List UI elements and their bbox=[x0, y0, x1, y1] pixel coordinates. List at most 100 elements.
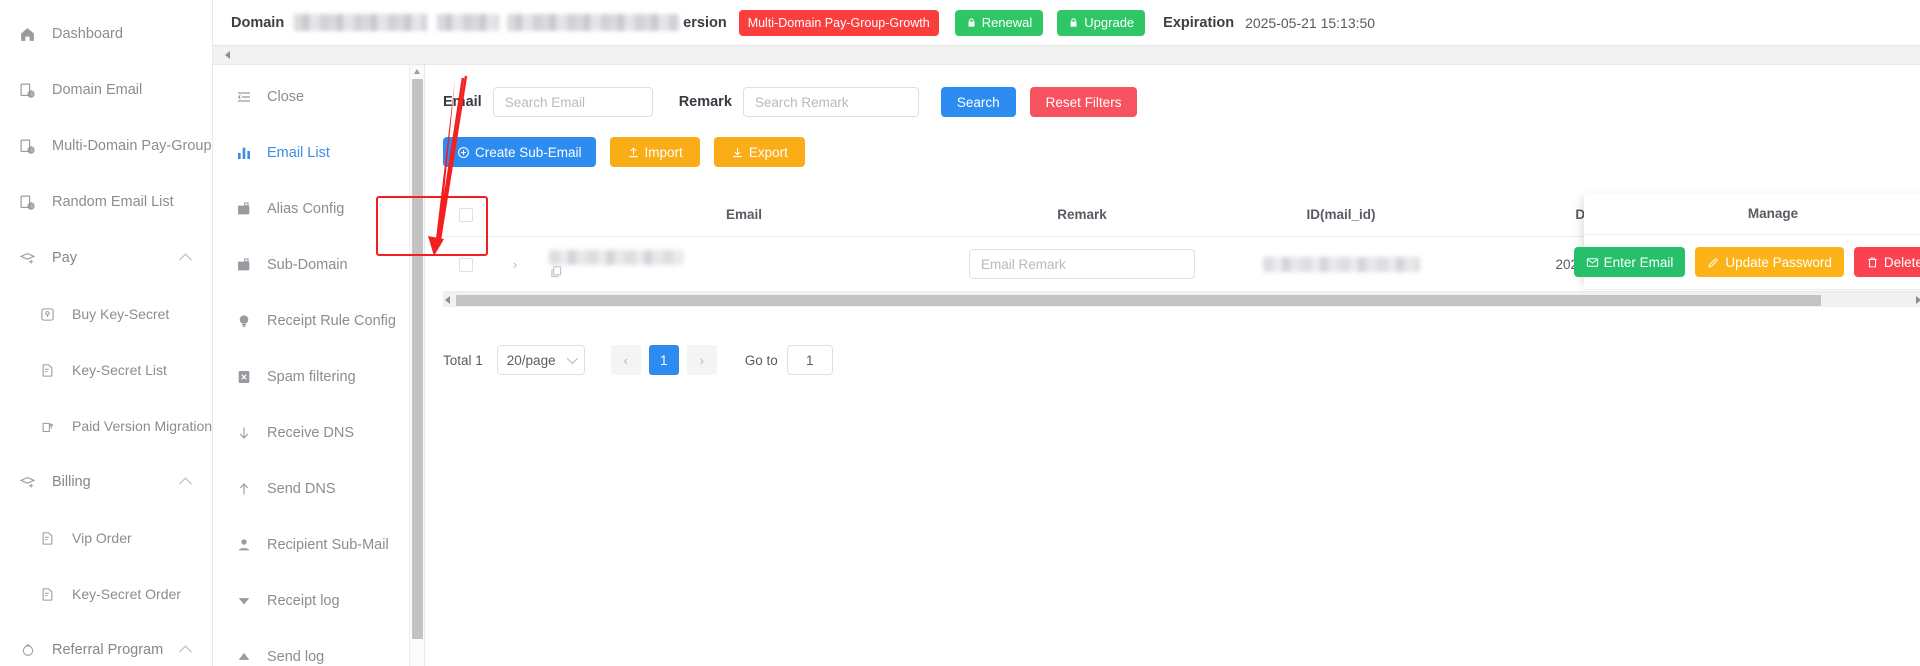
subnav-item-label: Spam filtering bbox=[267, 369, 356, 385]
import-button[interactable]: Import bbox=[609, 137, 700, 167]
search-button[interactable]: Search bbox=[940, 87, 1016, 117]
page-1-button[interactable]: 1 bbox=[648, 345, 679, 376]
subnav-item-spam-filtering[interactable]: Spam filtering bbox=[213, 349, 424, 405]
manage-actions-cell: Enter Email Update Password Delete bbox=[1573, 235, 1920, 290]
row-checkbox[interactable] bbox=[459, 258, 473, 273]
subnav-item-label: Sub-Domain bbox=[267, 257, 348, 273]
sidebar-item-label: Dashboard bbox=[52, 26, 123, 42]
panel-body: Close Email List Alias Config Sub-Domain… bbox=[213, 65, 1920, 666]
subnav-item-sub-domain[interactable]: Sub-Domain bbox=[213, 237, 424, 293]
subnav-item-label: Receive DNS bbox=[267, 425, 355, 441]
chevron-down-icon bbox=[566, 353, 578, 365]
subnav-item-alias-config[interactable]: Alias Config bbox=[213, 181, 424, 237]
wallet-icon bbox=[235, 200, 253, 218]
sidebar-item-label: Multi-Domain Pay-Group bbox=[52, 138, 212, 154]
hscroll-thumb[interactable] bbox=[456, 294, 1821, 306]
triangle-down-icon bbox=[235, 592, 253, 610]
select-all-checkbox[interactable] bbox=[459, 208, 473, 223]
chevron-right-icon[interactable]: › bbox=[513, 257, 517, 272]
collapse-left-icon[interactable] bbox=[225, 51, 230, 59]
domain-label: Domain bbox=[231, 14, 285, 31]
sidebar-item-paid-version-migration[interactable]: Paid Version Migration bbox=[0, 398, 212, 454]
sidebar-item-buy-key-secret[interactable]: Buy Key-Secret bbox=[0, 286, 212, 342]
domain-header-bar: Domain ersion Multi-Domain Pay-Group-Gro… bbox=[213, 0, 1920, 45]
column-header-mail-id: ID(mail_id) bbox=[1217, 193, 1465, 238]
subnav-item-recipient-sub-mail[interactable]: Recipient Sub-Mail bbox=[213, 517, 424, 573]
sidebar-item-random-email-list[interactable]: Random Email List bbox=[0, 174, 212, 230]
reset-filters-button[interactable]: Reset Filters bbox=[1029, 87, 1138, 117]
mail-id-value-redacted bbox=[1262, 257, 1420, 273]
search-remark-input[interactable] bbox=[742, 87, 919, 117]
migrate-icon bbox=[38, 417, 57, 436]
send-log-icon bbox=[235, 648, 253, 666]
page-size-select[interactable]: 20/page bbox=[496, 345, 585, 376]
row-select-cell bbox=[443, 236, 489, 293]
upgrade-button[interactable]: Upgrade bbox=[1057, 9, 1146, 36]
action-bar: Create Sub-Email Import Export bbox=[425, 117, 1920, 167]
table-horizontal-scrollbar[interactable] bbox=[443, 292, 1920, 308]
sidebar-item-key-secret-order[interactable]: Key-Secret Order bbox=[0, 566, 212, 622]
domain-email-icon bbox=[18, 137, 37, 156]
subnav-item-send-dns[interactable]: Send DNS bbox=[213, 461, 424, 517]
search-email-input[interactable] bbox=[492, 87, 653, 117]
export-button[interactable]: Export bbox=[713, 137, 805, 167]
delete-email-button[interactable]: Delete Email bbox=[1853, 247, 1920, 277]
sidebar-item-label: Key-Secret Order bbox=[72, 586, 181, 602]
sidebar-item-key-secret-list[interactable]: Key-Secret List bbox=[0, 342, 212, 398]
subnav-item-email-list[interactable]: Email List bbox=[213, 125, 424, 181]
scroll-thumb[interactable] bbox=[412, 79, 423, 639]
scroll-left-icon[interactable] bbox=[445, 296, 450, 305]
email-table-wrapper: Email Remark ID(mail_id) Data bbox=[443, 193, 1920, 293]
row-expand-cell: › bbox=[489, 236, 541, 293]
scroll-up-icon[interactable] bbox=[414, 69, 420, 74]
subnav-item-send-log[interactable]: Send log bbox=[213, 629, 424, 666]
domain-email-icon bbox=[18, 193, 37, 212]
subnav-item-receipt-log[interactable]: Receipt log bbox=[213, 573, 424, 629]
bar-chart-icon bbox=[235, 144, 253, 162]
subnav-item-label: Send DNS bbox=[267, 481, 336, 497]
scroll-right-icon[interactable] bbox=[1916, 296, 1920, 305]
wallet-icon bbox=[235, 256, 253, 274]
next-page-button[interactable]: › bbox=[686, 345, 717, 376]
email-remark-input[interactable] bbox=[969, 249, 1195, 280]
sidebar-group-pay[interactable]: Pay bbox=[0, 230, 212, 286]
sidebar-item-vip-order[interactable]: Vip Order bbox=[0, 510, 212, 566]
subnav-item-label: Send log bbox=[267, 649, 325, 665]
collapse-icon bbox=[235, 88, 253, 106]
subnav-item-receipt-rule-config[interactable]: Receipt Rule Config bbox=[213, 293, 424, 349]
create-sub-email-button[interactable]: Create Sub-Email bbox=[443, 137, 596, 167]
home-icon bbox=[18, 25, 37, 44]
email-value-redacted bbox=[549, 250, 683, 266]
select-all-cell bbox=[443, 193, 489, 238]
expiration-label: Expiration bbox=[1163, 14, 1235, 31]
copy-icon[interactable] bbox=[549, 265, 947, 279]
sidebar-item-label: Referral Program bbox=[52, 642, 164, 658]
renewal-label: Renewal bbox=[981, 15, 1033, 30]
bulb-icon bbox=[235, 312, 253, 330]
sidebar-group-referral-program[interactable]: Referral Program bbox=[0, 622, 212, 666]
email-filter-label: Email bbox=[443, 94, 482, 110]
chevron-up-icon bbox=[179, 253, 192, 267]
goto-page-input[interactable] bbox=[786, 345, 833, 376]
subnav-item-receive-dns[interactable]: Receive DNS bbox=[213, 405, 424, 461]
renewal-button[interactable]: Renewal bbox=[954, 9, 1044, 36]
secondary-sidebar-scrollbar[interactable] bbox=[409, 65, 424, 666]
sidebar-group-billing[interactable]: Billing bbox=[0, 454, 212, 510]
referral-icon bbox=[18, 641, 37, 660]
prev-page-button[interactable]: ‹ bbox=[610, 345, 641, 376]
update-password-button[interactable]: Update Password bbox=[1695, 247, 1844, 277]
update-password-label: Update Password bbox=[1725, 254, 1832, 270]
sidebar-item-label: Paid Version Migration bbox=[72, 418, 213, 434]
panel-collapse-strip[interactable] bbox=[213, 45, 1920, 65]
subnav-item-label: Email List bbox=[267, 145, 330, 161]
enter-email-button[interactable]: Enter Email bbox=[1573, 247, 1686, 277]
page-size-value: 20/page bbox=[506, 352, 556, 368]
sidebar-item-dashboard[interactable]: Dashboard bbox=[0, 6, 212, 62]
right-panel: Domain ersion Multi-Domain Pay-Group-Gro… bbox=[213, 0, 1920, 666]
subnav-item-close[interactable]: Close bbox=[213, 69, 424, 125]
domain-value-redacted bbox=[294, 14, 428, 31]
sidebar-item-domain-email[interactable]: Domain Email bbox=[0, 62, 212, 118]
sidebar-item-multi-domain-pay-group[interactable]: Multi-Domain Pay-Group bbox=[0, 118, 212, 174]
sidebar-item-label: Vip Order bbox=[72, 530, 132, 546]
app-root: Dashboard Domain Email Multi-Domain Pay-… bbox=[0, 0, 1920, 666]
